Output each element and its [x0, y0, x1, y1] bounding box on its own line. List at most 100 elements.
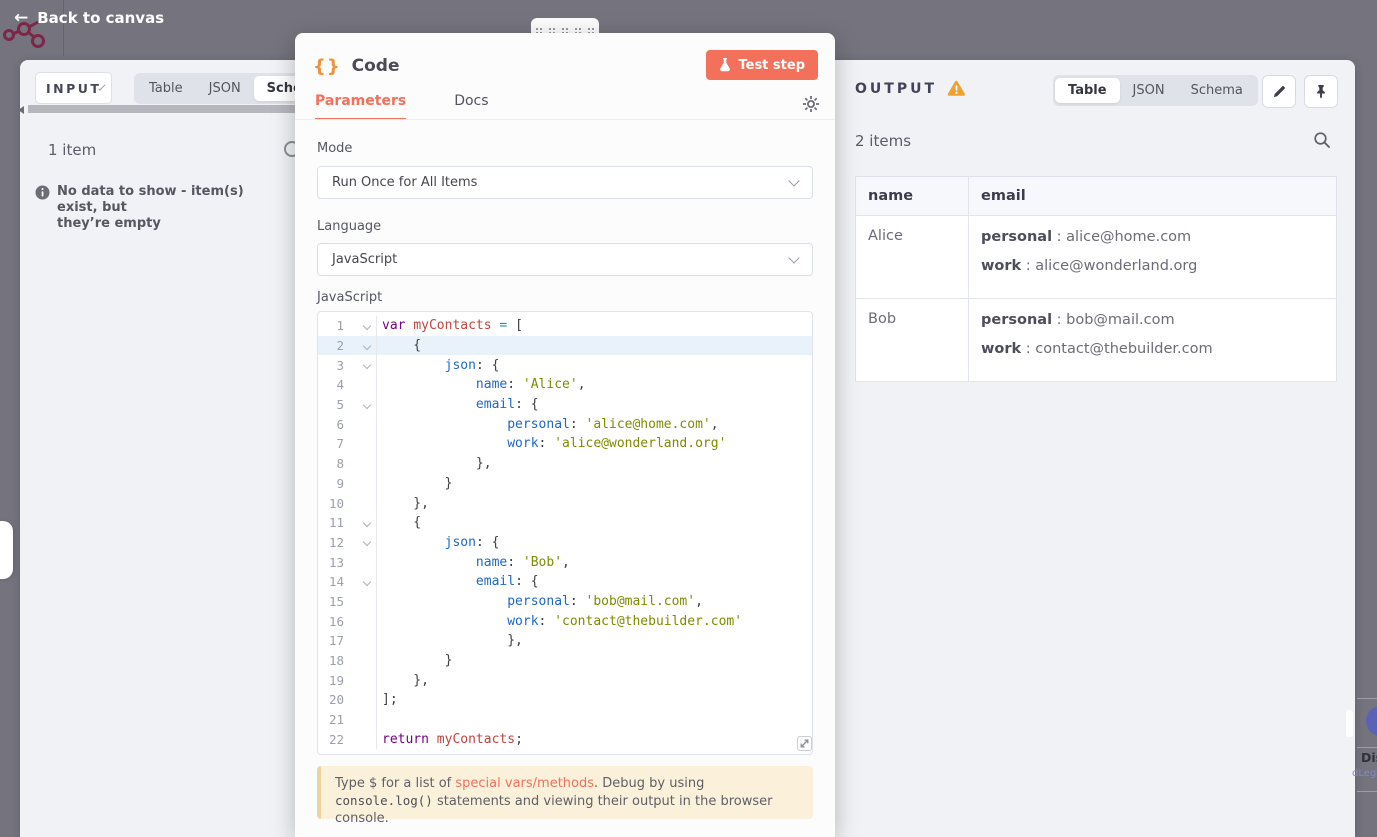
back-to-canvas-button[interactable]: ← Back to canvas: [14, 9, 164, 27]
side-widget-title: Dis: [1361, 750, 1377, 765]
input-panel: [20, 60, 300, 837]
side-widget-avatar: [1366, 706, 1377, 736]
code-text: json: {: [444, 357, 500, 373]
empty-message-line1: No data to show - item(s) exist, but: [57, 184, 244, 215]
flask-icon: [720, 58, 731, 72]
scroll-left-arrow-icon[interactable]: [18, 106, 24, 114]
line-number: 16: [328, 613, 344, 629]
code-line-6[interactable]: 6 personal: 'alice@home.com',: [318, 414, 812, 435]
mode-select[interactable]: Run Once for All Items: [317, 166, 813, 199]
line-number: 13: [328, 554, 344, 570]
code-text: name: 'Alice',: [475, 377, 586, 393]
fold-chevron-icon[interactable]: [362, 577, 372, 587]
fold-chevron-icon[interactable]: [362, 321, 372, 331]
code-line-5[interactable]: 5 email: {: [318, 394, 812, 415]
email-entry: personal : bob@mail.com: [981, 312, 1175, 328]
gutter: [344, 414, 377, 435]
code-text: personal: 'alice@home.com',: [507, 416, 719, 432]
search-icon[interactable]: [1313, 131, 1331, 149]
test-step-button[interactable]: Test step: [706, 50, 818, 80]
warning-icon: [947, 80, 965, 96]
code-line-21[interactable]: 21: [318, 709, 812, 730]
code-text: work: 'contact@thebuilder.com': [507, 613, 743, 629]
code-line-1[interactable]: 1 var myContacts = [: [318, 316, 812, 336]
code-line-22[interactable]: 22 return myContacts;: [318, 729, 812, 750]
code-line-7[interactable]: 7 work: 'alice@wonderland.org': [318, 434, 812, 454]
pencil-icon: [1273, 85, 1285, 98]
code-line-15[interactable]: 15 personal: 'bob@mail.com',: [318, 591, 812, 612]
fold-chevron-icon[interactable]: [362, 538, 372, 547]
code-line-4[interactable]: 4 name: 'Alice',: [318, 375, 812, 395]
column-header-email: email: [968, 176, 1337, 216]
code-line-16[interactable]: 16 work: 'contact@thebuilder.com': [318, 611, 812, 631]
input-tab-json[interactable]: JSON: [196, 76, 254, 101]
code-line-9[interactable]: 9 }: [318, 473, 812, 494]
app-stage: ← Back to canvas INPUT TableJSONSchema 1…: [0, 0, 1377, 837]
tab-docs[interactable]: Docs: [454, 93, 488, 118]
edit-output-button[interactable]: [1262, 75, 1296, 108]
fold-chevron-icon[interactable]: [362, 518, 372, 527]
code-editor[interactable]: 1 var myContacts = [2 {3 json: {4 name: '…: [317, 311, 813, 755]
output-scrollbar-thumb[interactable]: [1346, 710, 1353, 737]
panel-resize-handle[interactable]: [0, 521, 13, 579]
code-line-10[interactable]: 10 },: [318, 493, 812, 513]
editor-resize-handle[interactable]: [797, 736, 812, 751]
output-tab-schema[interactable]: Schema: [1178, 78, 1256, 103]
cell-name: Alice: [855, 215, 969, 299]
side-widget-link[interactable]: dLega: [1352, 768, 1377, 779]
line-number: 14: [328, 574, 344, 590]
code-line-8[interactable]: 8 },: [318, 453, 812, 474]
output-tab-json[interactable]: JSON: [1120, 78, 1178, 103]
code-line-17[interactable]: 17 },: [318, 631, 812, 651]
mode-value: Run Once for All Items: [332, 175, 478, 190]
email-entry: personal : alice@home.com: [981, 229, 1192, 245]
column-header-name: name: [855, 176, 969, 216]
code-line-20[interactable]: 20];: [318, 690, 812, 710]
line-number: 8: [336, 456, 344, 472]
line-number: 17: [328, 633, 344, 649]
gutter: [344, 512, 377, 533]
gear-icon[interactable]: [802, 95, 820, 113]
code-line-11[interactable]: 11 {: [318, 512, 812, 533]
input-source-select[interactable]: INPUT: [35, 72, 112, 104]
gutter: [344, 650, 377, 671]
input-tab-table[interactable]: Table: [136, 76, 196, 101]
code-text: {: [382, 515, 422, 531]
language-select[interactable]: JavaScript: [317, 243, 813, 276]
tab-parameters[interactable]: Parameters: [315, 93, 407, 120]
code-text: email: {: [475, 574, 539, 590]
mode-label: Mode: [317, 141, 353, 156]
code-line-19[interactable]: 19 },: [318, 670, 812, 691]
email-entry: work : alice@wonderland.org: [981, 258, 1198, 274]
code-line-2[interactable]: 2 {: [318, 335, 812, 356]
gutter: [344, 375, 377, 395]
pin-data-button[interactable]: [1304, 75, 1338, 108]
code-line-12[interactable]: 12 json: {: [318, 532, 812, 553]
empty-message-line2: they’re empty: [57, 216, 161, 231]
special-vars-link[interactable]: special vars/methods: [455, 776, 594, 791]
code-text: }: [382, 475, 453, 491]
code-line-13[interactable]: 13 name: 'Bob',: [318, 552, 812, 572]
side-widget-divider: [1357, 747, 1377, 748]
test-step-label: Test step: [738, 57, 805, 73]
code-line-3[interactable]: 3 json: {: [318, 355, 812, 376]
line-number: 4: [336, 377, 344, 393]
back-arrow-icon: ←: [14, 7, 29, 28]
chevron-down-icon: [788, 174, 800, 187]
input-horizontal-scrollbar[interactable]: [28, 105, 295, 113]
code-line-18[interactable]: 18 }: [318, 650, 812, 671]
code-line-14[interactable]: 14 email: {: [318, 571, 812, 592]
output-table-header-row: name email: [855, 176, 1337, 216]
line-number: 19: [328, 672, 344, 688]
output-tab-table[interactable]: Table: [1055, 78, 1120, 103]
pin-icon: [1317, 84, 1325, 99]
cell-email: personal : bob@mail.com work : contact@th…: [968, 298, 1337, 382]
code-text: json: {: [444, 534, 500, 550]
fold-chevron-icon[interactable]: [362, 341, 372, 350]
gutter: [344, 473, 377, 494]
fold-chevron-icon[interactable]: [362, 360, 372, 370]
drag-dots-icon: [562, 28, 564, 30]
line-number: 5: [336, 397, 344, 413]
code-text: },: [382, 495, 429, 511]
fold-chevron-icon[interactable]: [362, 400, 372, 409]
